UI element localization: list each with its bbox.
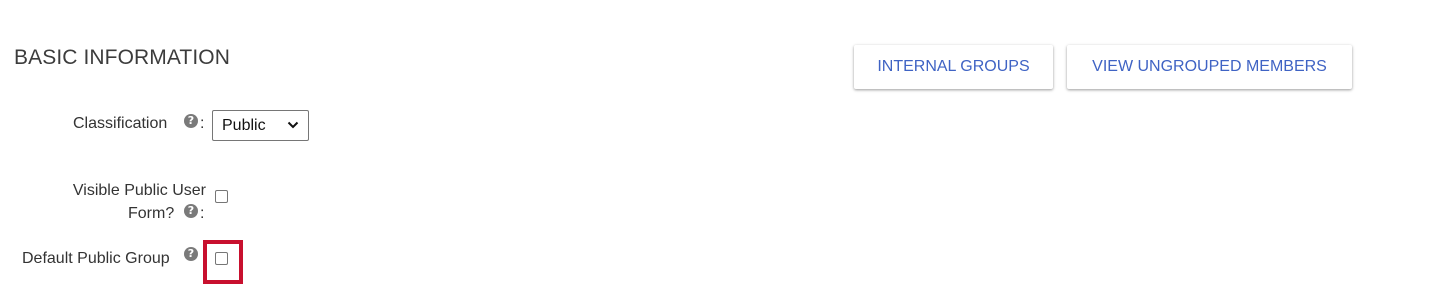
classification-selected-value: Public: [222, 116, 266, 134]
visible-public-user-form-checkbox[interactable]: [215, 190, 228, 203]
visible-public-user-form-label-line2: Form?: [128, 205, 175, 222]
section-title: BASIC INFORMATION: [14, 46, 230, 69]
view-ungrouped-members-button[interactable]: VIEW UNGROUPED MEMBERS: [1067, 45, 1352, 89]
visible-public-user-form-help-icon[interactable]: ?: [184, 204, 198, 218]
chevron-down-icon: [287, 121, 299, 129]
page: BASIC INFORMATION INTERNAL GROUPS VIEW U…: [0, 0, 1451, 292]
visible-public-user-form-label-line1: Visible Public User: [72, 182, 206, 199]
default-public-group-help-icon[interactable]: ?: [184, 247, 198, 261]
classification-label: Classification: [73, 115, 168, 132]
highlight-frame: [203, 240, 243, 284]
internal-groups-button[interactable]: INTERNAL GROUPS: [854, 45, 1053, 89]
visible-public-user-form-colon: :: [200, 205, 205, 222]
classification-label-group: Classification: [73, 112, 167, 135]
classification-help-icon[interactable]: ?: [184, 114, 198, 128]
classification-colon: :: [200, 115, 205, 132]
classification-select[interactable]: Public: [212, 110, 309, 141]
default-public-group-label: Default Public Group: [22, 250, 170, 267]
